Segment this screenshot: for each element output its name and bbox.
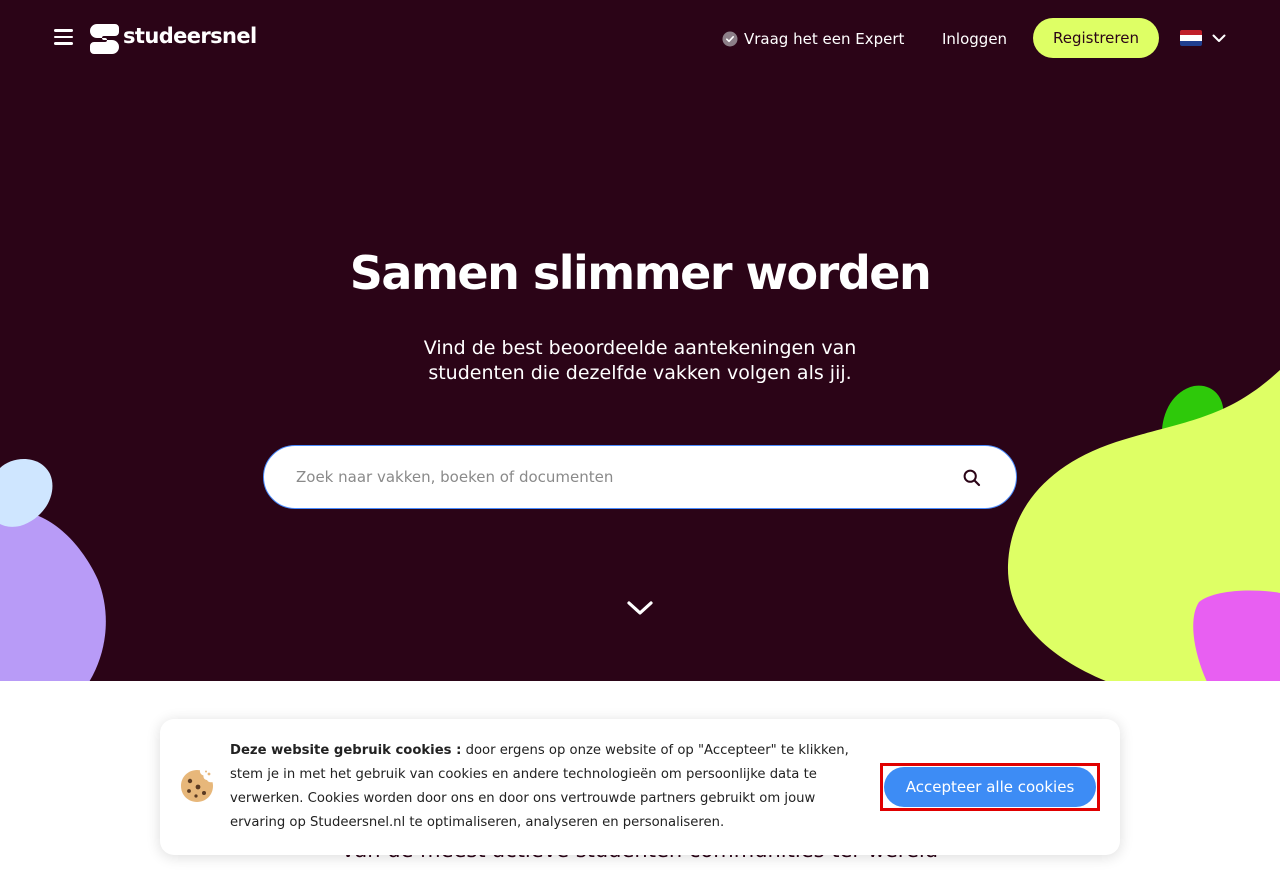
logo-mark-icon: [90, 23, 119, 54]
netherlands-flag-icon: [1180, 30, 1202, 46]
hero-title: Samen slimmer worden: [349, 246, 932, 300]
decorative-blob-lightblue: [0, 458, 53, 527]
register-button[interactable]: Registreren: [1033, 18, 1159, 58]
accept-all-cookies-button[interactable]: Accepteer alle cookies: [884, 767, 1096, 807]
cookie-icon: [181, 770, 213, 802]
decorative-blob-pink: [1193, 590, 1280, 681]
login-link[interactable]: Inloggen: [942, 28, 1007, 50]
hero-subtitle: Vind de best beoordeelde aantekeningen v…: [423, 337, 857, 384]
search-bar: [263, 445, 1017, 509]
ask-expert-label: Vraag het een Expert: [744, 30, 905, 48]
search-icon[interactable]: [962, 468, 982, 488]
language-selector[interactable]: [1180, 29, 1228, 47]
menu-icon[interactable]: [54, 29, 73, 45]
cookie-banner: Deze website gebruik cookies : door erge…: [160, 719, 1120, 855]
verified-badge-icon: [722, 31, 738, 47]
ask-expert-link[interactable]: Vraag het een Expert: [722, 28, 904, 50]
chevron-down-icon: [1212, 34, 1226, 42]
cookie-message: Deze website gebruik cookies : door erge…: [230, 739, 860, 835]
studeersnel-logo[interactable]: studeersnel: [89, 22, 257, 54]
cookie-title: Deze website gebruik cookies :: [230, 743, 462, 758]
scroll-down-chevron-icon[interactable]: [626, 598, 654, 618]
top-navigation: studeersnel Vraag het een Expert Inlogge…: [0, 0, 1280, 76]
search-input[interactable]: [296, 468, 916, 486]
logo-text: studeersnel: [123, 24, 257, 48]
